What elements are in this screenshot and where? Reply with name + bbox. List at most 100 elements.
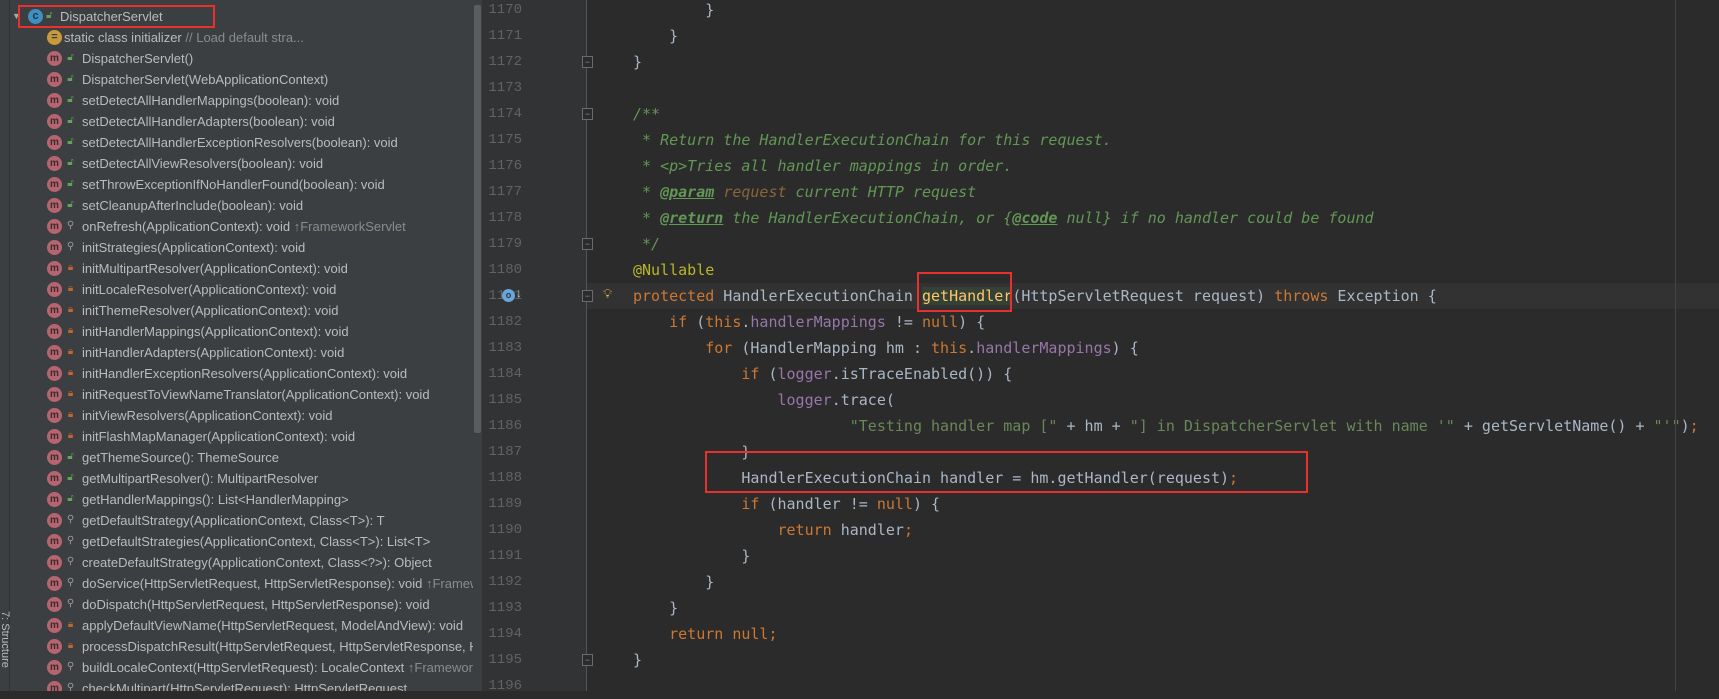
code-line[interactable]: * Return the HandlerExecutionChain for t… (633, 127, 1112, 153)
protected-icon: ⚲ (66, 514, 75, 525)
scrollbar-thumb[interactable] (474, 5, 481, 433)
item-label: setThrowExceptionIfNoHandlerFound(boolea… (82, 177, 385, 192)
line-number: 1194 (488, 626, 522, 642)
method-icon: m (47, 177, 62, 192)
code-line[interactable]: "Testing handler map [" + hm + "] in Dis… (633, 413, 1699, 439)
code-line[interactable]: if (handler != null) { (633, 491, 940, 517)
line-number: 1186 (488, 418, 522, 434)
code-line[interactable]: } (633, 595, 678, 621)
method-icon: m (47, 513, 62, 528)
code-line[interactable]: } (633, 543, 750, 569)
code-token-doctag: @return (660, 209, 724, 227)
private-icon: 🔒︎ (67, 262, 74, 273)
code-token-plain: ) { (912, 495, 941, 513)
item-label: checkMultipart(HttpServletRequest): Http… (82, 681, 408, 691)
code-token-keyword: this (705, 313, 742, 331)
code-line[interactable]: protected HandlerExecutionChain getHandl… (633, 283, 1437, 309)
structure-root-item[interactable]: ▼ c 🔓︎ DispatcherServlet (10, 6, 473, 27)
code-token-plain: } (633, 651, 643, 669)
code-token-plain: .isTraceEnabled()) { (831, 365, 1013, 383)
private-icon: 🔒︎ (67, 304, 74, 315)
code-token-string: "] in DispatcherServlet with name '" (1129, 417, 1455, 435)
code-line[interactable]: } (633, 439, 750, 465)
static-initializer-icon: = (47, 30, 62, 45)
code-line[interactable]: if (logger.isTraceEnabled()) { (633, 361, 1012, 387)
method-icon: m (47, 492, 62, 507)
method-icon: m (47, 471, 62, 486)
private-icon: 🔒︎ (67, 367, 74, 378)
line-number: 1193 (488, 600, 522, 616)
code-line[interactable]: } (633, 0, 714, 23)
code-token-keyword: ; (903, 521, 913, 539)
private-icon: 🔒︎ (67, 640, 74, 651)
method-icon: m (47, 597, 62, 612)
public-icon: 🔓︎ (67, 472, 74, 483)
code-line[interactable]: /** (633, 101, 660, 127)
code-line[interactable]: } (633, 647, 642, 673)
code-token-keyword: if (741, 365, 760, 383)
item-label: getDefaultStrategy(ApplicationContext, C… (82, 513, 385, 528)
code-token-string: "'" (1653, 417, 1681, 435)
item-label: initMultipartResolver(ApplicationContext… (82, 261, 348, 276)
code-token-keyword: protected (633, 287, 715, 305)
code-token-keyword: ; (1229, 469, 1239, 487)
item-label: setDetectAllHandlerMappings(boolean): vo… (82, 93, 340, 108)
line-number: 1172 (488, 54, 522, 70)
line-number: 1176 (488, 158, 522, 174)
code-token-docparam: request (723, 183, 787, 201)
code-token-keyword: if (741, 495, 760, 513)
code-editor[interactable]: } }} /** * Return the HandlerExecutionCha… (588, 0, 1719, 691)
method-icon: m (47, 219, 62, 234)
overrides-method-icon[interactable]: o (502, 289, 515, 302)
code-line[interactable]: @Nullable (633, 257, 714, 283)
code-line[interactable]: return null; (633, 621, 777, 647)
code-line[interactable]: } (633, 23, 678, 49)
item-label: createDefaultStrategy(ApplicationContext… (82, 555, 432, 570)
code-line[interactable]: * @return the HandlerExecutionChain, or … (633, 205, 1374, 231)
code-line[interactable]: logger.trace( (633, 387, 895, 413)
code-token-comment: current HTTP request (786, 183, 977, 201)
code-line[interactable]: if (this.handlerMappings != null) { (633, 309, 985, 335)
public-icon: 🔓︎ (67, 199, 74, 210)
public-icon: 🔓︎ (67, 178, 74, 189)
item-label: initHandlerExceptionResolvers(Applicatio… (82, 366, 408, 381)
tool-window-strip: 7: Structure (0, 0, 11, 691)
line-number: 1175 (488, 132, 522, 148)
code-line[interactable]: * @param request current HTTP request (633, 179, 976, 205)
code-token-annotation: @Nullable (633, 261, 715, 279)
protected-icon: ⚲ (66, 535, 75, 546)
code-line[interactable]: return handler; (633, 517, 913, 543)
public-icon: 🔓︎ (67, 115, 74, 126)
code-token-string: "Testing handler map [" (849, 417, 1058, 435)
code-line[interactable]: */ (633, 231, 660, 257)
code-line[interactable]: HandlerExecutionChain handler = hm.getHa… (633, 465, 1238, 491)
item-label: buildLocaleContext(HttpServletRequest): … (82, 660, 405, 675)
method-icon: m (47, 660, 62, 675)
code-line[interactable]: } (633, 49, 642, 75)
code-token-keyword: ; (1689, 417, 1699, 435)
private-icon: 🔒︎ (67, 430, 74, 441)
protected-icon: ⚲ (66, 241, 75, 252)
code-line[interactable]: for (HandlerMapping hm : this.handlerMap… (633, 335, 1139, 361)
public-icon: 🔓︎ (67, 73, 74, 84)
code-token-plain: HandlerExecutionChain (714, 287, 922, 305)
item-label: DispatcherServlet(WebApplicationContext) (82, 72, 329, 87)
public-icon: 🔓︎ (67, 451, 74, 462)
public-icon: 🔓︎ (67, 52, 74, 63)
expand-arrow-icon[interactable]: ▼ (12, 6, 21, 27)
item-label: initViewResolvers(ApplicationContext): v… (82, 408, 333, 423)
code-token-plain: (handler != (759, 495, 877, 513)
code-token-plain: } (633, 599, 679, 617)
private-icon: 🔒︎ (67, 346, 74, 357)
item-label: getMultipartResolver(): MultipartResolve… (82, 471, 319, 486)
structure-scrollbar[interactable] (473, 0, 482, 691)
inherited-from-label: ↑FrameworkServlet (425, 576, 473, 591)
code-token-plain: . (967, 339, 977, 357)
code-line[interactable]: * <p>Tries all handler mappings in order… (633, 153, 1012, 179)
code-token-keyword: this (931, 339, 968, 357)
public-icon: 🔓︎ (67, 157, 74, 168)
code-line[interactable]: } (633, 569, 714, 595)
